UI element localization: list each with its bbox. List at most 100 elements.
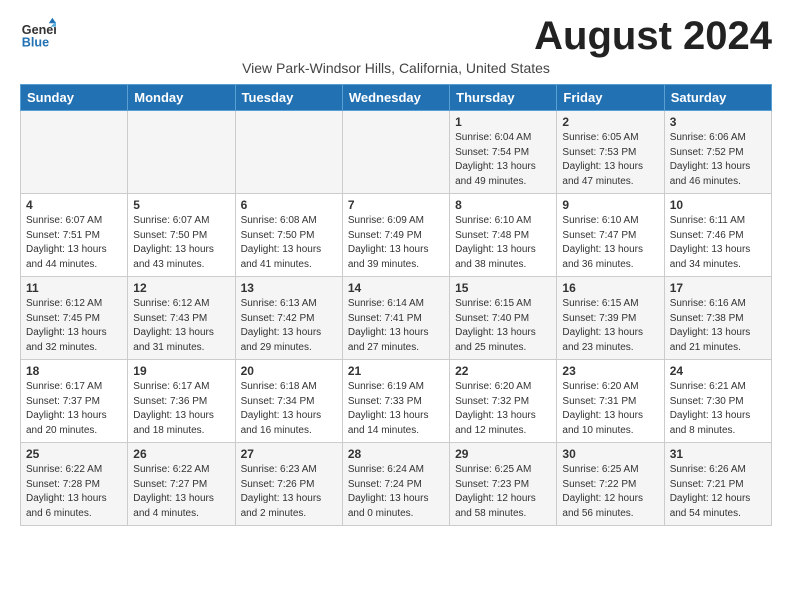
day-number: 21: [348, 364, 444, 378]
day-number: 11: [26, 281, 122, 295]
calendar-cell: 14 Sunrise: 6:14 AM Sunset: 7:41 PM Dayli…: [342, 277, 449, 360]
calendar-cell: 10 Sunrise: 6:11 AM Sunset: 7:46 PM Dayli…: [664, 194, 771, 277]
day-number: 25: [26, 447, 122, 461]
day-number: 27: [241, 447, 337, 461]
header: General Blue August 2024: [20, 16, 772, 56]
day-info: Sunrise: 6:06 AM Sunset: 7:52 PM Dayligh…: [670, 131, 766, 189]
day-info: Sunrise: 6:19 AM Sunset: 7:33 PM Dayligh…: [348, 380, 444, 438]
calendar-cell: 17Sunrise: 6:16 AM Sunset: 7:38 PM Dayli…: [664, 277, 771, 360]
calendar-cell: 13 Sunrise: 6:13 AM Sunset: 7:42 PM Dayli…: [235, 277, 342, 360]
calendar-week-1: 1Sunrise: 6:04 AM Sunset: 7:54 PM Daylig…: [21, 111, 772, 194]
header-day-tuesday: Tuesday: [235, 85, 342, 111]
calendar-week-4: 18Sunrise: 6:17 AM Sunset: 7:37 PM Dayli…: [21, 360, 772, 443]
day-info: Sunrise: 6:26 AM Sunset: 7:21 PM Dayligh…: [670, 463, 766, 521]
calendar-cell: 18Sunrise: 6:17 AM Sunset: 7:37 PM Dayli…: [21, 360, 128, 443]
header-day-friday: Friday: [557, 85, 664, 111]
calendar-cell: 9 Sunrise: 6:10 AM Sunset: 7:47 PM Daylig…: [557, 194, 664, 277]
calendar-week-5: 25Sunrise: 6:22 AM Sunset: 7:28 PM Dayli…: [21, 443, 772, 526]
calendar-cell: [21, 111, 128, 194]
calendar-cell: 28 Sunrise: 6:24 AM Sunset: 7:24 PM Dayli…: [342, 443, 449, 526]
day-info: Sunrise: 6:17 AM Sunset: 7:36 PM Dayligh…: [133, 380, 229, 438]
calendar-cell: 20 Sunrise: 6:18 AM Sunset: 7:34 PM Dayli…: [235, 360, 342, 443]
calendar-cell: 1Sunrise: 6:04 AM Sunset: 7:54 PM Daylig…: [450, 111, 557, 194]
calendar-cell: 23 Sunrise: 6:20 AM Sunset: 7:31 PM Dayli…: [557, 360, 664, 443]
svg-text:Blue: Blue: [22, 36, 49, 50]
day-info: Sunrise: 6:07 AM Sunset: 7:50 PM Dayligh…: [133, 214, 229, 272]
day-info: Sunrise: 6:23 AM Sunset: 7:26 PM Dayligh…: [241, 463, 337, 521]
calendar-cell: 31 Sunrise: 6:26 AM Sunset: 7:21 PM Dayli…: [664, 443, 771, 526]
day-info: Sunrise: 6:07 AM Sunset: 7:51 PM Dayligh…: [26, 214, 122, 272]
calendar-cell: 29 Sunrise: 6:25 AM Sunset: 7:23 PM Dayli…: [450, 443, 557, 526]
header-day-saturday: Saturday: [664, 85, 771, 111]
day-number: 24: [670, 364, 766, 378]
header-day-thursday: Thursday: [450, 85, 557, 111]
day-number: 17: [670, 281, 766, 295]
day-number: 31: [670, 447, 766, 461]
calendar-cell: 12 Sunrise: 6:12 AM Sunset: 7:43 PM Dayli…: [128, 277, 235, 360]
day-number: 16: [562, 281, 658, 295]
day-number: 7: [348, 198, 444, 212]
day-number: 23: [562, 364, 658, 378]
day-info: Sunrise: 6:15 AM Sunset: 7:40 PM Dayligh…: [455, 297, 551, 355]
day-number: 3: [670, 115, 766, 129]
day-info: Sunrise: 6:12 AM Sunset: 7:45 PM Dayligh…: [26, 297, 122, 355]
calendar-cell: 21 Sunrise: 6:19 AM Sunset: 7:33 PM Dayli…: [342, 360, 449, 443]
day-number: 12: [133, 281, 229, 295]
calendar-cell: 3 Sunrise: 6:06 AM Sunset: 7:52 PM Daylig…: [664, 111, 771, 194]
day-number: 29: [455, 447, 551, 461]
day-number: 20: [241, 364, 337, 378]
day-number: 14: [348, 281, 444, 295]
day-info: Sunrise: 6:05 AM Sunset: 7:53 PM Dayligh…: [562, 131, 658, 189]
calendar-table: SundayMondayTuesdayWednesdayThursdayFrid…: [20, 84, 772, 526]
day-info: Sunrise: 6:15 AM Sunset: 7:39 PM Dayligh…: [562, 297, 658, 355]
calendar-cell: 11 Sunrise: 6:12 AM Sunset: 7:45 PM Dayli…: [21, 277, 128, 360]
day-info: Sunrise: 6:20 AM Sunset: 7:31 PM Dayligh…: [562, 380, 658, 438]
day-info: Sunrise: 6:09 AM Sunset: 7:49 PM Dayligh…: [348, 214, 444, 272]
day-number: 26: [133, 447, 229, 461]
calendar-cell: 30Sunrise: 6:25 AM Sunset: 7:22 PM Dayli…: [557, 443, 664, 526]
logo-icon: General Blue: [20, 16, 56, 52]
day-info: Sunrise: 6:22 AM Sunset: 7:27 PM Dayligh…: [133, 463, 229, 521]
calendar-cell: 4 Sunrise: 6:07 AM Sunset: 7:51 PM Daylig…: [21, 194, 128, 277]
day-number: 5: [133, 198, 229, 212]
day-info: Sunrise: 6:10 AM Sunset: 7:47 PM Dayligh…: [562, 214, 658, 272]
day-info: Sunrise: 6:11 AM Sunset: 7:46 PM Dayligh…: [670, 214, 766, 272]
day-number: 28: [348, 447, 444, 461]
calendar-cell: 15 Sunrise: 6:15 AM Sunset: 7:40 PM Dayli…: [450, 277, 557, 360]
day-info: Sunrise: 6:14 AM Sunset: 7:41 PM Dayligh…: [348, 297, 444, 355]
header-day-sunday: Sunday: [21, 85, 128, 111]
day-info: Sunrise: 6:08 AM Sunset: 7:50 PM Dayligh…: [241, 214, 337, 272]
day-number: 10: [670, 198, 766, 212]
calendar-cell: 25Sunrise: 6:22 AM Sunset: 7:28 PM Dayli…: [21, 443, 128, 526]
calendar-week-2: 4 Sunrise: 6:07 AM Sunset: 7:51 PM Daylig…: [21, 194, 772, 277]
month-title: August 2024: [534, 16, 772, 56]
day-number: 9: [562, 198, 658, 212]
day-number: 2: [562, 115, 658, 129]
calendar-cell: 16 Sunrise: 6:15 AM Sunset: 7:39 PM Dayli…: [557, 277, 664, 360]
day-info: Sunrise: 6:12 AM Sunset: 7:43 PM Dayligh…: [133, 297, 229, 355]
header-day-wednesday: Wednesday: [342, 85, 449, 111]
day-info: Sunrise: 6:25 AM Sunset: 7:23 PM Dayligh…: [455, 463, 551, 521]
calendar-cell: 26 Sunrise: 6:22 AM Sunset: 7:27 PM Dayli…: [128, 443, 235, 526]
day-number: 8: [455, 198, 551, 212]
calendar-cell: [342, 111, 449, 194]
calendar-cell: [235, 111, 342, 194]
day-info: Sunrise: 6:17 AM Sunset: 7:37 PM Dayligh…: [26, 380, 122, 438]
day-number: 13: [241, 281, 337, 295]
day-info: Sunrise: 6:24 AM Sunset: 7:24 PM Dayligh…: [348, 463, 444, 521]
day-number: 30: [562, 447, 658, 461]
logo: General Blue: [20, 16, 56, 52]
day-info: Sunrise: 6:20 AM Sunset: 7:32 PM Dayligh…: [455, 380, 551, 438]
calendar-cell: 6 Sunrise: 6:08 AM Sunset: 7:50 PM Daylig…: [235, 194, 342, 277]
day-info: Sunrise: 6:10 AM Sunset: 7:48 PM Dayligh…: [455, 214, 551, 272]
day-info: Sunrise: 6:18 AM Sunset: 7:34 PM Dayligh…: [241, 380, 337, 438]
calendar-cell: 24 Sunrise: 6:21 AM Sunset: 7:30 PM Dayli…: [664, 360, 771, 443]
day-info: Sunrise: 6:04 AM Sunset: 7:54 PM Dayligh…: [455, 131, 551, 189]
day-number: 6: [241, 198, 337, 212]
day-info: Sunrise: 6:21 AM Sunset: 7:30 PM Dayligh…: [670, 380, 766, 438]
day-info: Sunrise: 6:13 AM Sunset: 7:42 PM Dayligh…: [241, 297, 337, 355]
day-number: 15: [455, 281, 551, 295]
day-number: 4: [26, 198, 122, 212]
header-day-monday: Monday: [128, 85, 235, 111]
day-number: 19: [133, 364, 229, 378]
